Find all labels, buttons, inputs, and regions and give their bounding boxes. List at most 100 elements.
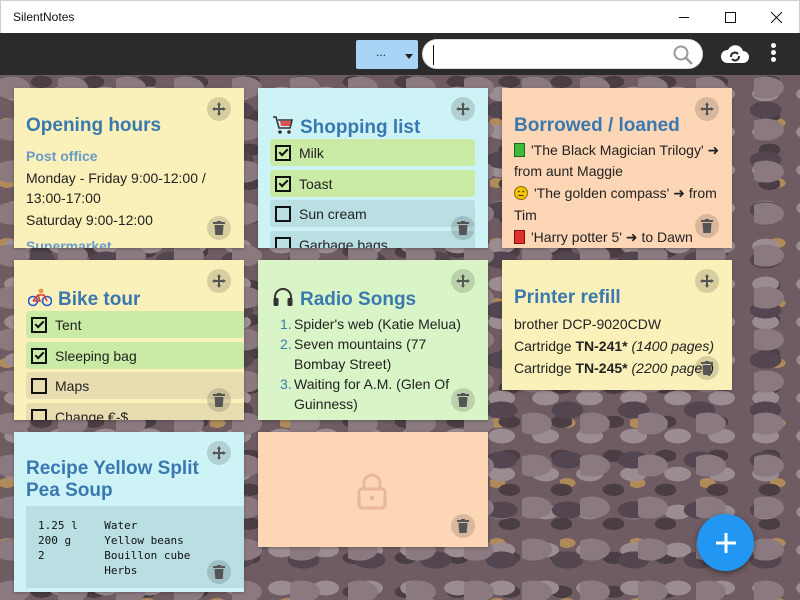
borrowed-entry: 'The Black Magician Trilogy' ➜ from aunt… xyxy=(514,140,722,181)
note-body: Post office Monday - Friday 9:00-12:00 /… xyxy=(26,146,234,248)
note-subheading: Post office xyxy=(26,148,98,164)
cartridge-pages: (1400 pages) xyxy=(631,338,715,354)
checklist-item-label: Maps xyxy=(55,377,90,394)
song-text: Seven mountains (77 Bombay Street) xyxy=(294,336,427,372)
add-note-button[interactable] xyxy=(697,514,754,571)
trash-icon[interactable] xyxy=(207,560,231,584)
note-title-row: Bike tour xyxy=(27,287,141,313)
tag-filter-dropdown[interactable]: ... xyxy=(356,40,418,69)
trash-icon[interactable] xyxy=(695,356,719,380)
checkbox-checked[interactable] xyxy=(31,347,47,364)
more-menu-icon[interactable] xyxy=(768,42,778,66)
note-title: Opening hours xyxy=(26,115,162,136)
note-title: Printer refill xyxy=(514,287,621,308)
borrowed-item: 'Harry potter 5' xyxy=(531,229,622,245)
note-title: Radio Songs xyxy=(300,289,417,310)
note-shopping-list[interactable]: Shopping list Milk Toast Sun cream Garba… xyxy=(258,88,488,248)
song-text: Spider's web (Katie Melua) xyxy=(294,316,461,332)
title-bar: SilentNotes xyxy=(0,0,800,33)
checkbox-unchecked[interactable] xyxy=(275,236,291,248)
note-text-line: Saturday 9:00-12:00 xyxy=(26,212,153,228)
checklist-item[interactable]: Toast xyxy=(270,170,475,197)
note-bike-tour[interactable]: Bike tour Tent Sleeping bag Maps Change … xyxy=(14,260,244,420)
checklist-item[interactable]: Sleeping bag xyxy=(26,342,244,369)
borrowed-entry: 'The golden compass' ➜ from Tim xyxy=(514,183,722,225)
plus-icon xyxy=(715,532,736,553)
drag-handle-icon[interactable] xyxy=(207,269,231,293)
note-title-row: Shopping list xyxy=(272,115,420,141)
trash-icon[interactable] xyxy=(451,216,475,240)
note-borrowed-loaned[interactable]: Borrowed / loaned 'The Black Magician Tr… xyxy=(502,88,732,248)
minimize-button[interactable] xyxy=(661,1,707,33)
list-number: 1. xyxy=(280,316,292,332)
checklist-item-label: Sleeping bag xyxy=(55,347,137,364)
tag-filter-label: ... xyxy=(376,45,387,59)
toolbar: ... xyxy=(0,33,800,75)
maximize-button[interactable] xyxy=(707,1,753,33)
checklist-item[interactable]: Sun cream xyxy=(270,200,475,227)
note-printer-refill[interactable]: Printer refill brother DCP-9020CDW Cartr… xyxy=(502,260,732,390)
list-number: 3. xyxy=(280,376,292,392)
checkbox-unchecked[interactable] xyxy=(31,408,47,420)
note-title: Borrowed / loaned xyxy=(514,115,680,136)
checkbox-checked[interactable] xyxy=(275,144,291,161)
note-recipe[interactable]: Recipe Yellow Split Pea Soup 1.25 l Wate… xyxy=(14,432,244,592)
borrowed-entry: 'Harry potter 5' ➜ to Dawn xyxy=(514,227,722,248)
green-book-icon xyxy=(514,143,525,157)
window-title: SilentNotes xyxy=(13,10,75,24)
songs-list: 1. Spider's web (Katie Melua) 2. Seven mou… xyxy=(270,314,474,414)
checklist-item[interactable]: Tent xyxy=(26,311,244,338)
red-book-icon xyxy=(514,230,525,244)
checklist-item-label: Tent xyxy=(55,316,82,333)
note-locked[interactable] xyxy=(258,432,488,547)
cloud-sync-icon[interactable] xyxy=(720,43,750,68)
checklist-item-label: Milk xyxy=(299,144,324,161)
note-radio-songs[interactable]: Radio Songs 1. Spider's web (Katie Melua)… xyxy=(258,260,488,420)
song-text: Waiting for A.M. (Glen Of Guinness) xyxy=(294,376,450,412)
trash-icon[interactable] xyxy=(695,214,719,238)
trash-icon[interactable] xyxy=(451,514,475,538)
note-title: Bike tour xyxy=(58,289,141,310)
cartridge-model: TN-245* xyxy=(575,360,628,376)
arrow-icon: ➜ xyxy=(707,143,720,159)
search-input[interactable] xyxy=(433,45,663,65)
checkbox-unchecked[interactable] xyxy=(31,377,47,394)
shopping-cart-icon xyxy=(272,115,294,141)
checkbox-checked[interactable] xyxy=(275,175,291,192)
borrowed-item: 'The Black Magician Trilogy' xyxy=(531,142,704,158)
checklist-item[interactable]: Garbage bags xyxy=(270,231,475,248)
note-opening-hours[interactable]: Opening hours Post office Monday - Frida… xyxy=(14,88,244,248)
lock-icon xyxy=(356,472,388,513)
list-item: 1. Spider's web (Katie Melua) xyxy=(270,314,474,334)
note-title-row: Radio Songs xyxy=(272,287,416,313)
list-item: 2. Seven mountains (77 Bombay Street) xyxy=(270,334,474,374)
trash-icon[interactable] xyxy=(207,216,231,240)
note-title: Shopping list xyxy=(300,117,421,138)
trash-icon[interactable] xyxy=(451,388,475,412)
note-body: 'The Black Magician Trilogy' ➜ from aunt… xyxy=(514,140,722,248)
cartridge-prefix: Cartridge xyxy=(514,338,576,354)
neutral-face-icon xyxy=(514,185,528,205)
checklist-item-label: Change €-$ xyxy=(55,408,129,421)
close-button[interactable] xyxy=(753,1,799,33)
drag-handle-icon[interactable] xyxy=(695,269,719,293)
checklist-item-label: Sun cream xyxy=(299,205,367,222)
arrow-icon: ➜ xyxy=(673,186,685,202)
search-icon[interactable] xyxy=(672,44,694,69)
checklist-item[interactable]: Milk xyxy=(270,139,475,166)
cartridge-prefix: Cartridge xyxy=(514,360,576,376)
search-box[interactable] xyxy=(422,39,703,69)
drag-handle-icon[interactable] xyxy=(451,269,475,293)
drag-handle-icon[interactable] xyxy=(695,97,719,121)
drag-handle-icon[interactable] xyxy=(451,97,475,121)
list-item: 3. Waiting for A.M. (Glen Of Guinness) xyxy=(270,374,474,414)
note-subheading: Supermarket xyxy=(26,238,112,248)
arrow-icon: ➜ xyxy=(625,230,638,246)
list-number: 2. xyxy=(280,336,292,352)
drag-handle-icon[interactable] xyxy=(207,97,231,121)
checkbox-unchecked[interactable] xyxy=(275,205,291,222)
trash-icon[interactable] xyxy=(207,388,231,412)
drag-handle-icon[interactable] xyxy=(207,441,231,465)
note-text-line: brother DCP-9020CDW xyxy=(514,316,662,332)
checkbox-checked[interactable] xyxy=(31,316,47,333)
